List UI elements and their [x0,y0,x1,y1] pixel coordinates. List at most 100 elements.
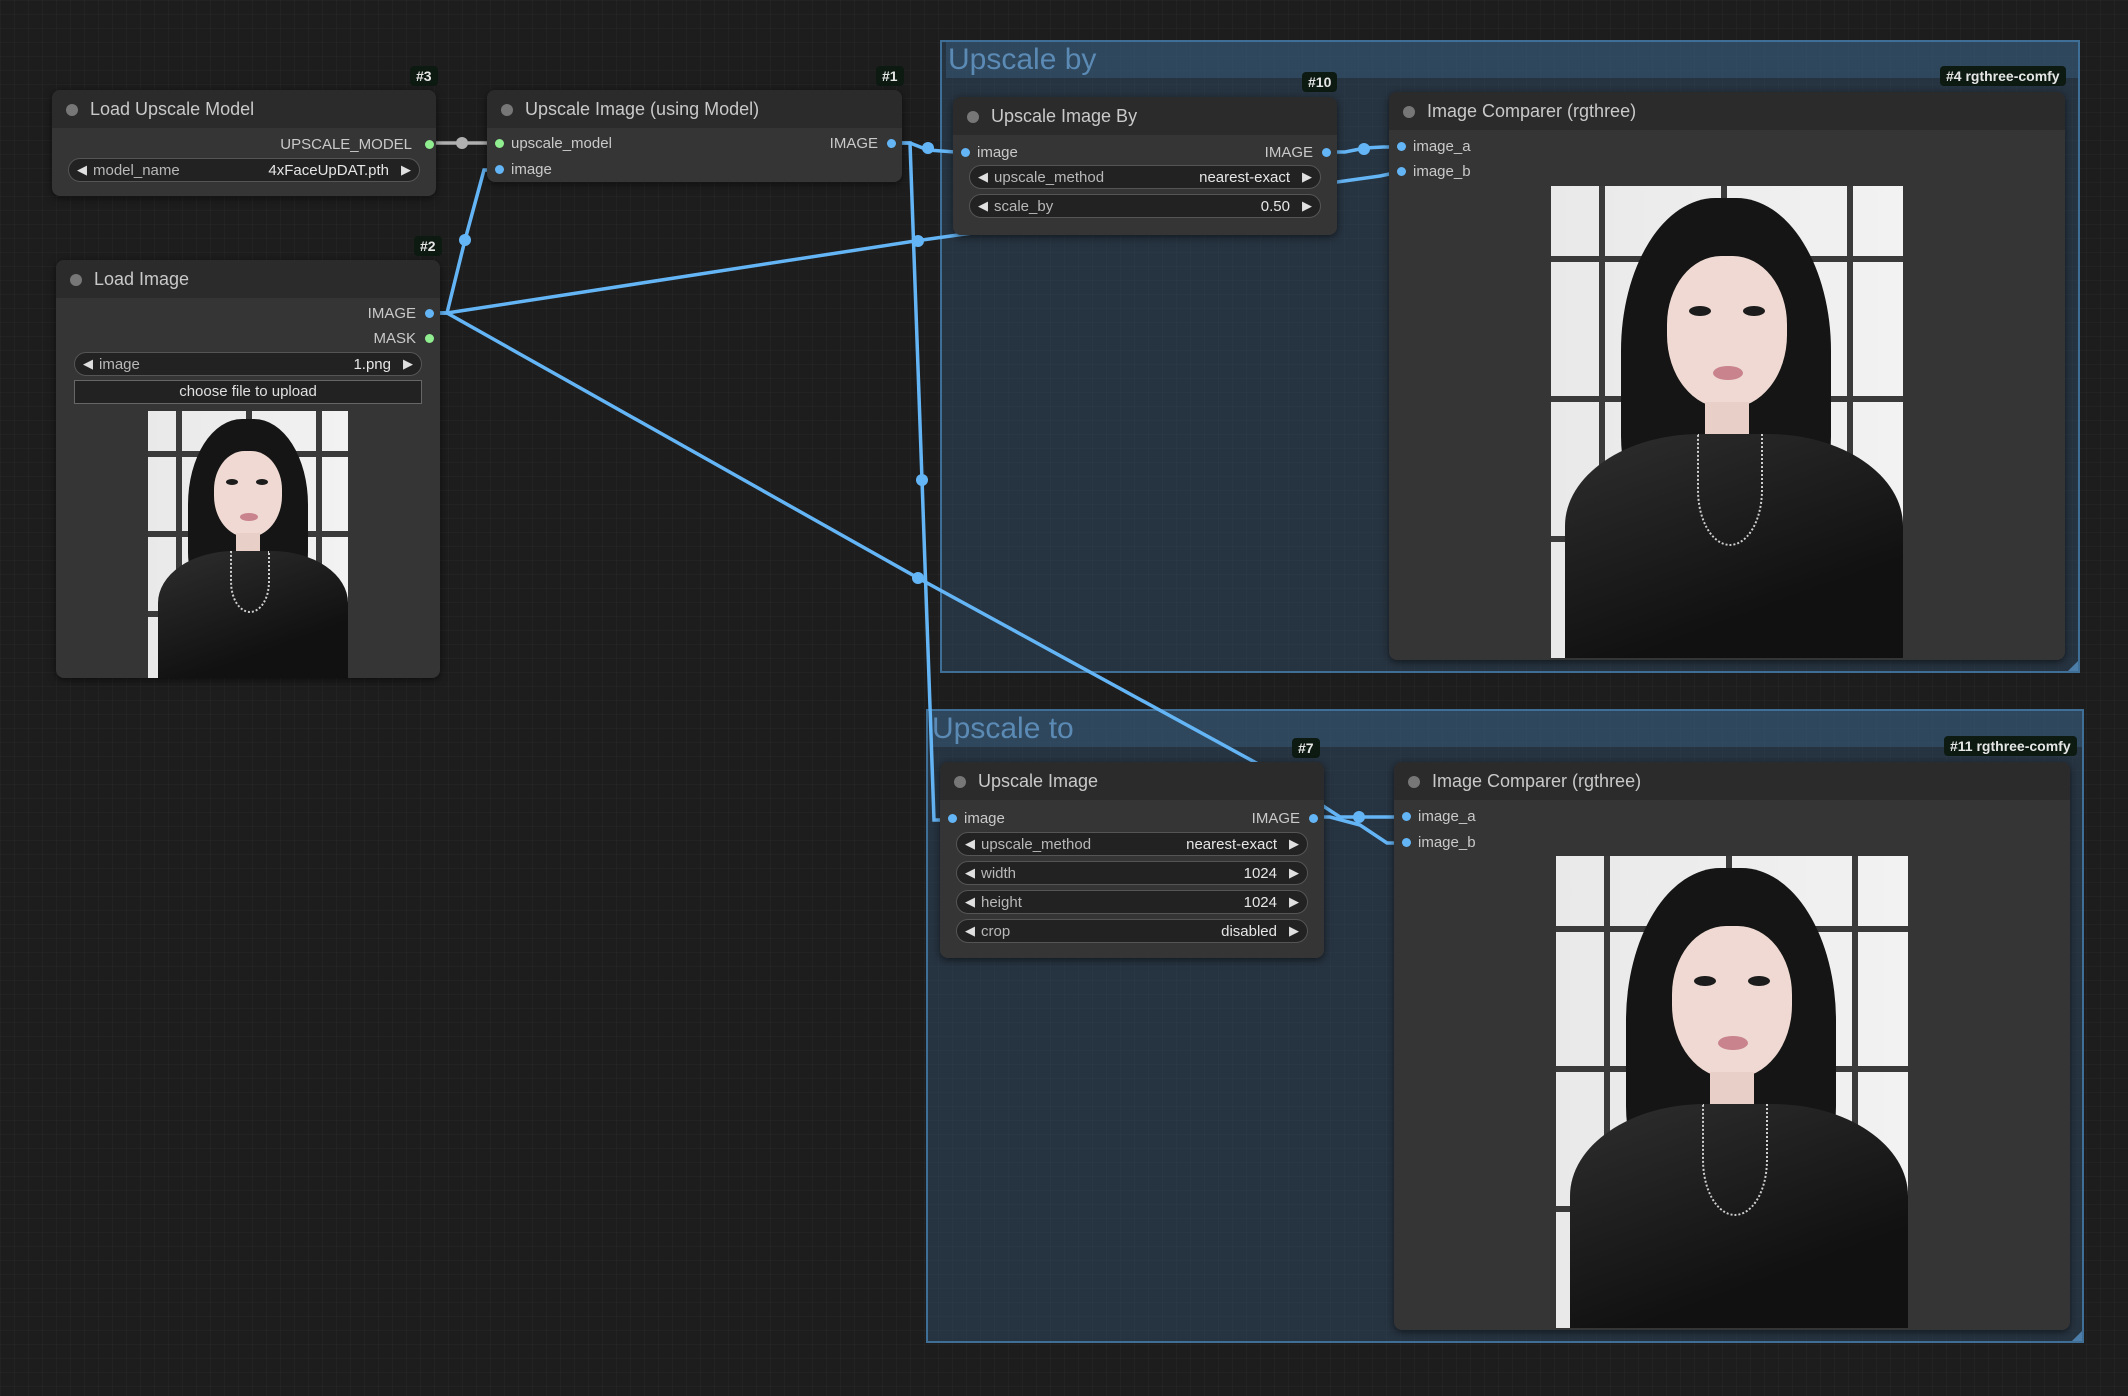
link-midpoint [1353,811,1365,823]
input-port-image-a[interactable] [1402,812,1411,821]
decrement-arrow-icon[interactable]: ◀ [965,894,975,910]
node-image-comparer-11[interactable]: Image Comparer (rgthree) image_a image_b [1394,762,2070,1330]
node-id-badge: #2 [414,236,442,256]
node-upscale-image-by[interactable]: Upscale Image By image IMAGE ◀ upscale_m… [953,97,1337,235]
node-id-badge: #1 [876,66,904,86]
decrement-arrow-icon[interactable]: ◀ [978,198,988,214]
collapse-dot-icon[interactable] [66,104,78,116]
input-port-image[interactable] [495,165,504,174]
link-midpoint [1358,143,1370,155]
input-port-image-a[interactable] [1397,142,1406,151]
link-midpoint [456,137,468,149]
input-port-image[interactable] [948,814,957,823]
decrement-arrow-icon[interactable]: ◀ [965,865,975,881]
collapse-dot-icon[interactable] [967,111,979,123]
collapse-dot-icon[interactable] [954,776,966,788]
node-upscale-image-using-model[interactable]: Upscale Image (using Model) upscale_mode… [487,90,902,182]
node-title: Upscale Image [978,771,1099,791]
widget-label: width [981,865,1017,882]
node-title: Load Image [94,269,190,289]
collapse-dot-icon[interactable] [1403,106,1415,118]
node-title: Load Upscale Model [90,99,255,119]
output-port-upscale-model[interactable] [425,140,434,149]
output-port-image[interactable] [887,139,896,148]
node-id-badge: #4 rgthree-comfy [1940,66,2066,86]
output-port-image[interactable] [425,309,434,318]
increment-arrow-icon[interactable]: ▶ [401,162,411,178]
input-label-image: image [511,161,552,178]
node-id-badge: #3 [410,66,438,86]
node-title: Image Comparer (rgthree) [1432,771,1642,791]
output-label-image: IMAGE [1264,144,1313,161]
input-label-image-a: image_a [1413,138,1471,155]
widget-value: disabled [1221,923,1277,940]
input-label-image-b: image_b [1418,834,1476,851]
input-label-upscale-model: upscale_model [511,135,612,152]
choose-file-button[interactable]: choose file to upload [74,380,422,404]
widget-value: nearest-exact [1186,836,1277,853]
increment-arrow-icon[interactable]: ▶ [403,356,413,372]
widget-value: 0.50 [1260,198,1290,215]
widget-label: upscale_method [981,836,1092,853]
node-id-badge: #10 [1302,72,1338,92]
increment-arrow-icon[interactable]: ▶ [1289,865,1299,881]
increment-arrow-icon[interactable]: ▶ [1302,169,1312,185]
decrement-arrow-icon[interactable]: ◀ [965,836,975,852]
output-port-image[interactable] [1322,148,1331,157]
collapse-dot-icon[interactable] [70,274,82,286]
input-port-image-b[interactable] [1402,838,1411,847]
increment-arrow-icon[interactable]: ▶ [1289,894,1299,910]
node-load-upscale-model[interactable]: Load Upscale Model UPSCALE_MODEL ◀ model… [52,90,436,196]
node-load-image[interactable]: Load Image IMAGE MASK ◀ image 1.png ▶ ch… [56,260,440,678]
widget-label: crop [981,923,1011,940]
widget-model-name[interactable]: ◀ model_name 4xFaceUpDAT.pth ▶ [68,158,420,182]
output-label-image: IMAGE [367,305,416,322]
widget-height[interactable]: ◀ height 1024 ▶ [956,890,1308,914]
link-load-image-to-comparer11-a [428,311,1403,819]
input-port-image[interactable] [961,148,970,157]
widget-label: image [99,356,140,373]
increment-arrow-icon[interactable]: ▶ [1289,836,1299,852]
node-upscale-image[interactable]: Upscale Image image IMAGE ◀ upscale_meth… [940,762,1324,958]
collapse-dot-icon[interactable] [501,104,513,116]
widget-upscale-method[interactable]: ◀ upscale_method nearest-exact ▶ [956,832,1308,856]
link-midpoint [912,572,924,584]
widget-scale-by[interactable]: ◀ scale_by 0.50 ▶ [969,194,1321,218]
input-port-upscale-model[interactable] [495,139,504,148]
node-image-comparer-4[interactable]: Image Comparer (rgthree) image_a image_b [1389,92,2065,660]
widget-value: 1024 [1243,894,1277,911]
widget-image[interactable]: ◀ image 1.png ▶ [74,352,422,376]
decrement-arrow-icon[interactable]: ◀ [965,923,975,939]
widget-crop[interactable]: ◀ crop disabled ▶ [956,919,1308,943]
link-midpoint [916,474,928,486]
node-title: Image Comparer (rgthree) [1427,101,1637,121]
decrement-arrow-icon[interactable]: ◀ [83,356,93,372]
node-title: Upscale Image By [991,106,1138,126]
node-title: Upscale Image (using Model) [525,99,760,119]
widget-upscale-method[interactable]: ◀ upscale_method nearest-exact ▶ [969,165,1321,189]
link-midpoint [922,142,934,154]
input-label-image-b: image_b [1413,163,1471,180]
input-label-image: image [964,810,1005,827]
increment-arrow-icon[interactable]: ▶ [1289,923,1299,939]
decrement-arrow-icon[interactable]: ◀ [978,169,988,185]
widget-label: scale_by [994,198,1054,215]
output-port-image[interactable] [1309,814,1318,823]
increment-arrow-icon[interactable]: ▶ [1302,198,1312,214]
node-id-badge: #7 [1292,738,1320,758]
node-id-badge: #11 rgthree-comfy [1944,736,2077,756]
collapse-dot-icon[interactable] [1408,776,1420,788]
widget-value: 4xFaceUpDAT.pth [268,162,389,179]
widget-label: upscale_method [994,169,1105,186]
input-port-image-b[interactable] [1397,167,1406,176]
input-label-image: image [977,144,1018,161]
output-port-mask[interactable] [425,334,434,343]
comparer-image[interactable] [1556,856,1908,1328]
decrement-arrow-icon[interactable]: ◀ [77,162,87,178]
widget-width[interactable]: ◀ width 1024 ▶ [956,861,1308,885]
input-label-image-a: image_a [1418,808,1476,825]
widget-value: nearest-exact [1199,169,1290,186]
output-label-image: IMAGE [829,135,878,152]
comparer-image[interactable] [1551,186,1903,658]
widget-value: 1.png [353,356,391,373]
